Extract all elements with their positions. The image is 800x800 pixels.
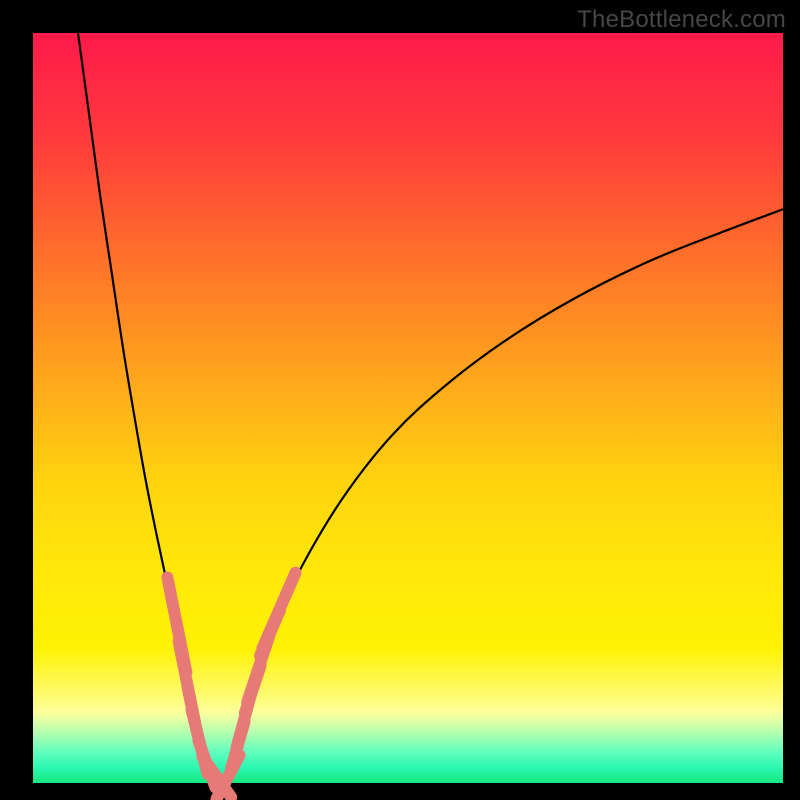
chart-svg [33,33,783,783]
watermark-text: TheBottleneck.com [577,6,786,34]
chart-plot-area [33,33,783,783]
curve-marker [262,573,295,649]
chart-frame: TheBottleneck.com [0,0,800,800]
curve-markers [167,573,295,799]
